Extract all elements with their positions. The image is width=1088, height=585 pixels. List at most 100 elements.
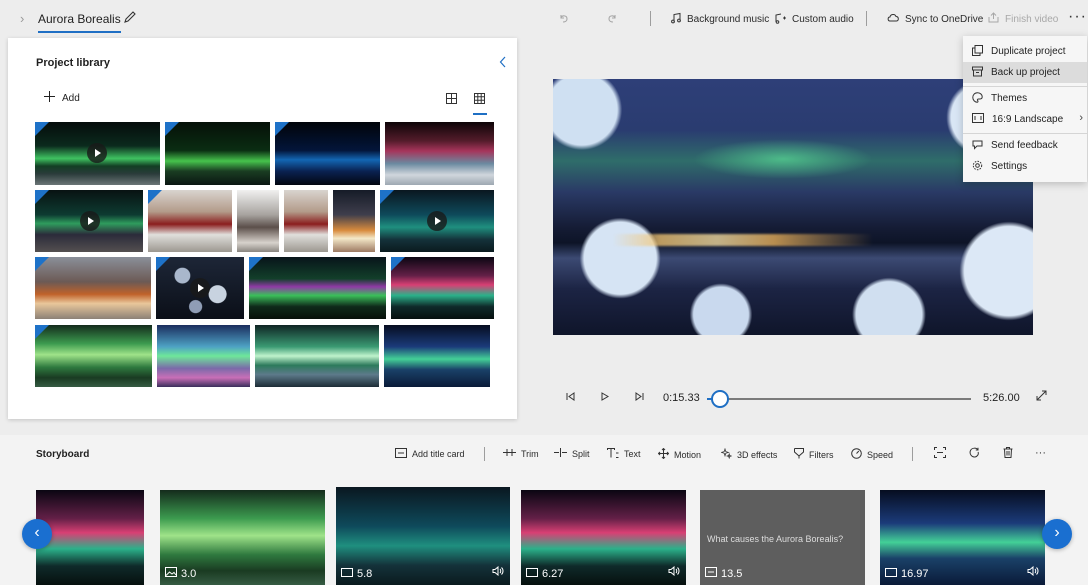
add-title-card-button[interactable]: Add title card — [395, 448, 465, 460]
used-in-project-marker — [35, 325, 49, 339]
library-video-thumbnail[interactable] — [380, 190, 494, 252]
finish-video-label: Finish video — [1005, 13, 1059, 25]
background-music-button[interactable]: Background music — [670, 12, 769, 27]
library-video-thumbnail[interactable] — [35, 190, 143, 252]
finish-video-button[interactable]: Finish video — [988, 12, 1058, 26]
storyboard-clip[interactable] — [36, 490, 144, 585]
rotate-icon[interactable] — [969, 447, 980, 461]
redo-icon[interactable] — [606, 12, 618, 24]
storyboard-clip[interactable]: 3.0 — [160, 490, 325, 585]
menu-item-settings[interactable]: Settings — [963, 156, 1087, 177]
library-image-thumbnail[interactable] — [255, 325, 379, 387]
library-image-thumbnail[interactable] — [35, 325, 152, 387]
scroll-right-button[interactable]: › — [1042, 519, 1072, 549]
library-image-thumbnail[interactable] — [165, 122, 270, 185]
collapse-library-button[interactable] — [499, 55, 507, 73]
back-chevron-icon[interactable]: › — [20, 11, 24, 26]
clip-duration: 5.8 — [357, 568, 373, 580]
storyboard-clip[interactable]: 6.27 — [521, 490, 686, 585]
library-image-thumbnail[interactable] — [391, 257, 494, 319]
library-image-thumbnail[interactable] — [148, 190, 232, 252]
library-image-thumbnail[interactable] — [237, 190, 279, 252]
clip-duration: 13.5 — [721, 567, 743, 580]
menu-item-themes[interactable]: Themes — [963, 88, 1087, 109]
expand-preview-icon[interactable] — [1036, 390, 1047, 404]
filters-button[interactable]: Filters — [794, 448, 834, 461]
play-button[interactable] — [601, 392, 609, 404]
title-card-caption: What causes the Aurora Borealis? — [707, 534, 844, 544]
more-options-menu: Duplicate project Back up project Themes… — [963, 36, 1087, 182]
library-image-thumbnail[interactable] — [333, 190, 375, 252]
library-image-thumbnail[interactable] — [385, 122, 494, 185]
clip-duration-badge: 5.8 — [341, 568, 372, 580]
storyboard-title-card[interactable]: What causes the Aurora Borealis? 13.5 — [700, 490, 865, 585]
backup-icon — [972, 66, 983, 80]
library-image-thumbnail[interactable] — [384, 325, 490, 387]
undo-icon[interactable] — [558, 12, 570, 24]
used-in-project-marker — [391, 257, 405, 271]
library-image-thumbnail[interactable] — [35, 257, 151, 319]
more-storyboard-options-button[interactable]: ··· — [1035, 447, 1046, 459]
speaker-icon[interactable] — [668, 565, 680, 579]
next-frame-button[interactable] — [635, 392, 644, 404]
clip-duration-badge: 3.0 — [165, 567, 196, 580]
seek-handle[interactable] — [711, 390, 730, 408]
clip-duration: 3.0 — [181, 567, 197, 580]
library-video-thumbnail[interactable] — [35, 122, 160, 185]
library-image-thumbnail[interactable] — [157, 325, 250, 387]
split-label: Split — [572, 448, 590, 459]
export-icon — [988, 12, 1000, 26]
storyboard-clip[interactable]: 16.97 — [880, 490, 1045, 585]
sync-onedrive-label: Sync to OneDrive — [905, 13, 984, 25]
small-thumbnails-view-button[interactable] — [473, 91, 487, 115]
project-library-title: Project library — [36, 57, 110, 69]
chevron-right-icon: › — [1079, 112, 1083, 124]
add-media-button[interactable]: Add — [44, 91, 80, 105]
split-button[interactable]: Split — [554, 448, 590, 459]
3d-effects-label: 3D effects — [737, 449, 778, 460]
menu-item-label: 16:9 Landscape — [992, 114, 1064, 125]
library-image-thumbnail[interactable] — [275, 122, 380, 185]
play-icon — [427, 211, 447, 231]
scroll-left-button[interactable]: ‹ — [22, 519, 52, 549]
previous-frame-button[interactable] — [566, 392, 575, 404]
toolbar-divider — [484, 447, 485, 461]
plus-icon — [44, 91, 55, 105]
video-preview[interactable] — [553, 79, 1033, 335]
large-thumbnails-view-button[interactable] — [446, 91, 457, 109]
library-image-thumbnail[interactable] — [284, 190, 328, 252]
project-title-tab[interactable]: Aurora Borealis — [38, 12, 121, 33]
clip-duration: 16.97 — [901, 568, 929, 580]
pencil-icon[interactable] — [123, 10, 137, 27]
trash-icon[interactable] — [1003, 447, 1013, 461]
speed-label: Speed — [867, 449, 894, 460]
used-in-project-marker — [35, 122, 49, 136]
menu-item-aspect-ratio[interactable]: 16:9 Landscape › — [963, 109, 1087, 130]
speed-button[interactable]: Speed — [851, 448, 893, 461]
text-button[interactable]: Text — [607, 448, 641, 460]
library-image-thumbnail[interactable] — [249, 257, 386, 319]
more-options-button[interactable]: ··· — [1068, 8, 1087, 26]
used-in-project-marker — [275, 122, 289, 136]
menu-item-send-feedback[interactable]: Send feedback — [963, 135, 1087, 156]
speaker-icon[interactable] — [492, 565, 504, 579]
split-icon — [554, 448, 567, 459]
seek-track[interactable] — [707, 398, 971, 400]
custom-audio-button[interactable]: Custom audio — [774, 12, 854, 27]
speaker-icon[interactable] — [1027, 565, 1039, 579]
add-title-card-label: Add title card — [412, 449, 465, 459]
menu-item-label: Send feedback — [991, 140, 1058, 151]
library-video-thumbnail[interactable] — [156, 257, 244, 319]
sync-onedrive-button[interactable]: Sync to OneDrive — [887, 12, 983, 26]
menu-item-back-up-project[interactable]: Back up project — [963, 62, 1087, 83]
menu-item-duplicate-project[interactable]: Duplicate project — [963, 41, 1087, 62]
trim-button[interactable]: Trim — [503, 448, 539, 459]
motion-button[interactable]: Motion — [657, 447, 701, 461]
resize-icon[interactable] — [934, 447, 946, 461]
play-icon — [80, 211, 100, 231]
3d-effects-button[interactable]: 3D effects — [720, 447, 778, 461]
used-in-project-marker — [156, 257, 170, 271]
speedometer-icon — [851, 448, 862, 461]
play-icon — [87, 143, 107, 163]
storyboard-clip[interactable]: 5.8 — [336, 487, 510, 585]
